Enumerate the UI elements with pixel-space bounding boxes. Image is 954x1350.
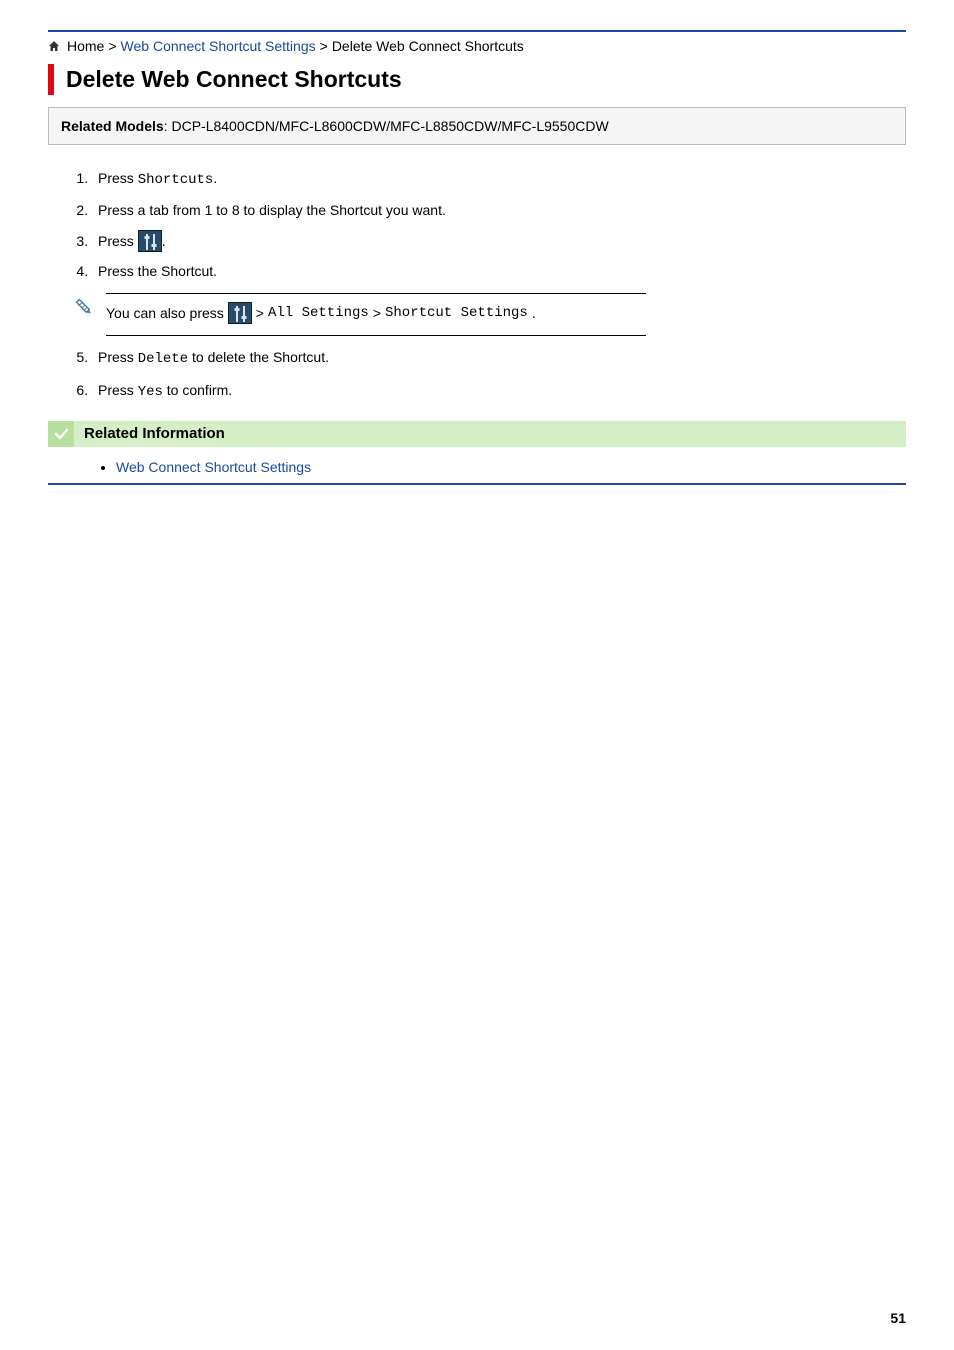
step-text: Press: [98, 382, 138, 398]
step-text: .: [213, 170, 217, 186]
settings-icon: [228, 302, 252, 324]
list-item: Web Connect Shortcut Settings: [116, 457, 906, 477]
related-info-title: Related Information: [74, 421, 906, 447]
step-4: Press the Shortcut.: [92, 256, 906, 286]
related-models-value: : DCP-L8400CDN/MFC-L8600CDW/MFC-L8850CDW…: [164, 118, 609, 134]
pen-icon: [72, 293, 98, 326]
breadcrumb-link-web-connect[interactable]: Web Connect Shortcut Settings: [121, 38, 316, 54]
home-icon: [48, 38, 63, 54]
related-info-list: Web Connect Shortcut Settings: [48, 447, 906, 485]
step-3: Press .: [92, 226, 906, 256]
step-text: Press: [98, 233, 138, 249]
note-rule-top: [106, 293, 646, 294]
note-rule-bottom: [106, 335, 646, 336]
step-text: to confirm.: [163, 382, 232, 398]
related-models-label: Related Models: [61, 118, 164, 134]
breadcrumb-sep: >: [320, 38, 328, 54]
settings-icon: [138, 230, 162, 252]
step-text: .: [162, 233, 166, 249]
breadcrumb: Home > Web Connect Shortcut Settings > D…: [48, 38, 906, 54]
note-sep: >: [373, 302, 381, 326]
check-icon: [48, 421, 74, 447]
related-info-header: Related Information: [48, 421, 906, 447]
breadcrumb-sep: >: [108, 38, 116, 54]
note-sep: >: [256, 302, 264, 326]
note-block: You can also press > All Settings > Shor…: [72, 293, 906, 337]
breadcrumb-home: Home: [67, 38, 104, 54]
step-6: Press Yes to confirm.: [92, 375, 906, 407]
steps-list-cont: Press Delete to delete the Shortcut. Pre…: [48, 342, 906, 407]
note-code: All Settings: [268, 302, 369, 326]
step-code: Yes: [138, 384, 163, 400]
related-link-web-connect[interactable]: Web Connect Shortcut Settings: [116, 459, 311, 475]
note-text: .: [532, 302, 536, 326]
heading-accent: [48, 64, 54, 95]
breadcrumb-current: Delete Web Connect Shortcuts: [332, 38, 524, 54]
step-code: Delete: [138, 351, 188, 367]
step-1: Press Shortcuts.: [92, 163, 906, 195]
page-title: Delete Web Connect Shortcuts: [66, 64, 402, 95]
page-number: 51: [890, 1310, 906, 1326]
step-5: Press Delete to delete the Shortcut.: [92, 342, 906, 374]
note-text: You can also press: [106, 302, 224, 326]
step-2: Press a tab from 1 to 8 to display the S…: [92, 195, 906, 225]
steps-list: Press Shortcuts. Press a tab from 1 to 8…: [48, 163, 906, 287]
step-text: to delete the Shortcut.: [188, 349, 329, 365]
step-text: Press: [98, 170, 138, 186]
step-code: Shortcuts: [138, 172, 214, 188]
related-models-box: Related Models: DCP-L8400CDN/MFC-L8600CD…: [48, 107, 906, 145]
note-code: Shortcut Settings: [385, 302, 528, 326]
step-text: Press: [98, 349, 138, 365]
